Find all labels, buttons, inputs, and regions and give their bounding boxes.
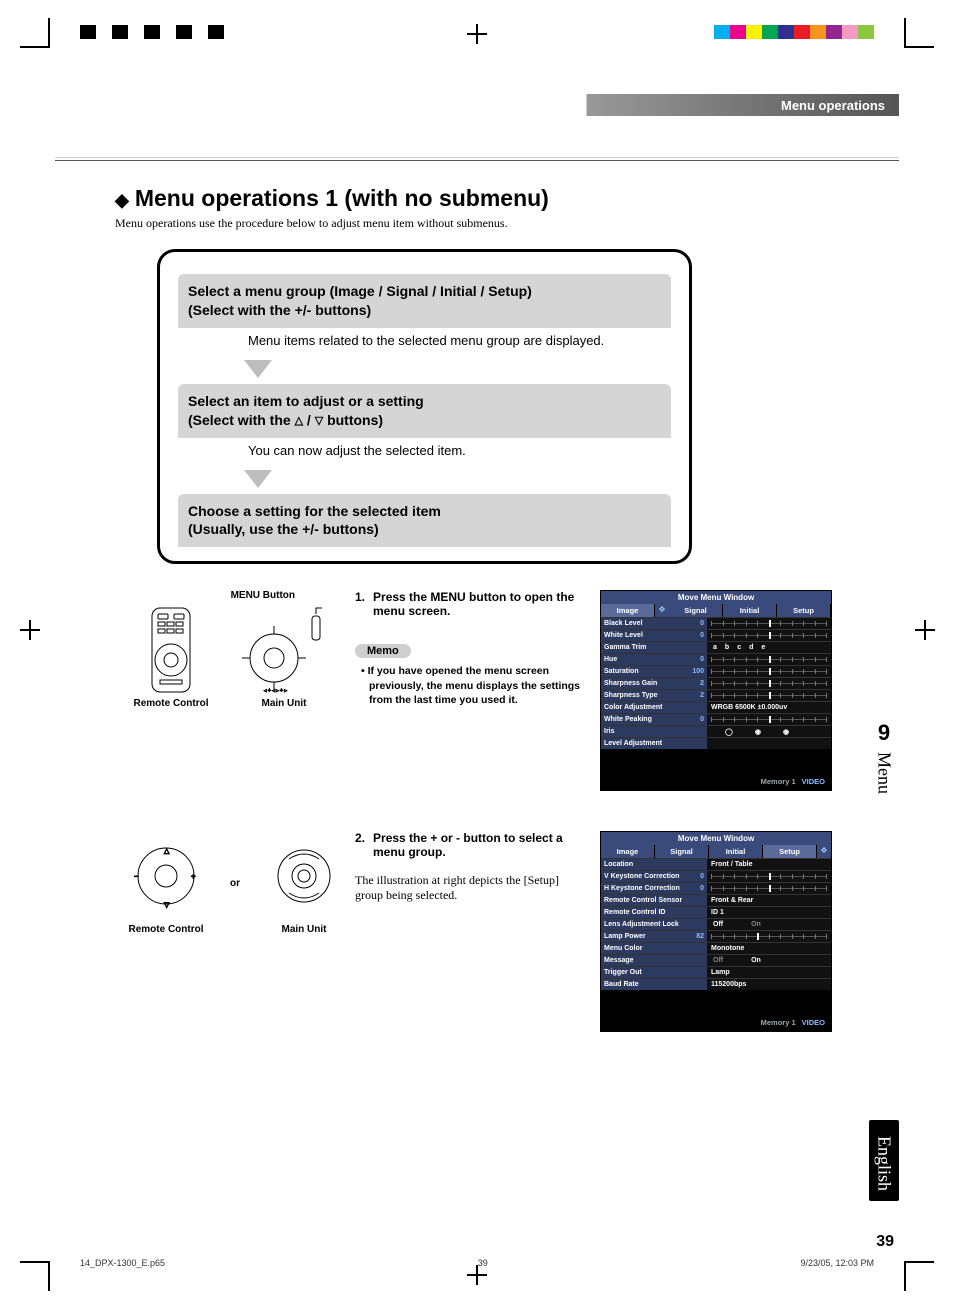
remote-control-drawing: Remote Control	[131, 605, 211, 709]
triangle-up-icon: △	[295, 414, 303, 429]
header-rule-light	[55, 157, 899, 158]
intro-text: Menu operations use the procedure below …	[115, 216, 845, 231]
instruction-row-1: MENU Button Remote Control	[115, 590, 845, 791]
remote-dial-drawing: △ ▽ − + Remote Control	[126, 831, 206, 935]
flow-step-2: Select an item to adjust or a setting (S…	[178, 384, 671, 438]
remote-icon	[146, 606, 196, 694]
crop-mark-tl	[20, 18, 50, 48]
page-number: 39	[876, 1233, 894, 1251]
header-section-title: Menu operations	[781, 98, 885, 113]
crop-mark-bl	[20, 1261, 50, 1291]
header-rule	[55, 160, 899, 161]
page-title: ◆ Menu operations 1 (with no submenu)	[115, 185, 845, 212]
step-number-1: 1.	[355, 590, 365, 618]
main-unit-dial-icon	[269, 841, 339, 911]
footer-filename: 14_DPX-1300_E.p65	[80, 1258, 165, 1268]
svg-text:▽: ▽	[164, 902, 170, 909]
flow-step-2-post: buttons)	[323, 412, 383, 428]
numbered-step-1: 1. Press the MENU button to open the men…	[355, 590, 582, 618]
flow-step-2-line2: (Select with the △ / ▽ buttons)	[188, 411, 661, 430]
header-section-bar: Menu operations	[55, 94, 899, 116]
diamond-bullet-icon: ◆	[115, 190, 129, 210]
menu-screenshot-1: Move Menu WindowImage✥SignalInitialSetup…	[600, 590, 832, 791]
flow-step-1: Select a menu group (Image / Signal / In…	[178, 274, 671, 328]
step-text-1: Press the MENU button to open the menu s…	[373, 590, 582, 618]
instruction-text-2: 2. Press the + or - button to select a m…	[355, 831, 600, 1032]
flow-step-2-line1: Select an item to adjust or a setting	[188, 392, 661, 411]
instruction-text-1: 1. Press the MENU button to open the men…	[355, 590, 600, 791]
chapter-number: 9	[869, 720, 899, 746]
flow-step-3: Choose a setting for the selected item (…	[178, 494, 671, 548]
main-unit-icon: ◂ + ◂ ▸ + ▸	[234, 606, 334, 694]
step-text-2: Press the + or - button to select a menu…	[373, 831, 582, 859]
triangle-down-icon: ▽	[315, 414, 323, 429]
chapter-tab: 9 Menu	[869, 720, 899, 810]
flow-step-1-note: Menu items related to the selected menu …	[178, 328, 671, 358]
svg-text:△: △	[164, 848, 170, 855]
color-bar-left	[80, 25, 240, 39]
or-label: or	[230, 878, 240, 889]
arrow-down-icon	[244, 360, 272, 378]
numbered-step-2: 2. Press the + or - button to select a m…	[355, 831, 582, 859]
flow-step-2-pre: (Select with the	[188, 412, 295, 428]
menu-screenshot-2: Move Menu WindowImageSignalInitialSetup✥…	[600, 831, 832, 1032]
main-unit-caption: Main Unit	[229, 698, 339, 709]
crop-mark-br	[904, 1261, 934, 1291]
chapter-word: Menu	[874, 752, 895, 794]
remote-caption-2: Remote Control	[126, 924, 206, 935]
registration-mark-top	[467, 24, 487, 44]
language-label: English	[874, 1136, 895, 1191]
footer-page: 39	[478, 1258, 488, 1268]
step-number-2: 2.	[355, 831, 365, 859]
main-content: ◆ Menu operations 1 (with no submenu) Men…	[115, 185, 845, 1032]
flow-step-1-heading: Select a menu group (Image / Signal / In…	[188, 283, 532, 318]
procedure-flow-box: Select a menu group (Image / Signal / In…	[157, 249, 692, 564]
footer-date: 9/23/05, 12:03 PM	[800, 1258, 874, 1268]
svg-text:◂ + ◂ ▸ + ▸: ◂ + ◂ ▸ + ▸	[264, 688, 287, 694]
device-illustration-2: △ ▽ − + Remote Control or Main Unit	[115, 831, 355, 1032]
menu-button-label: MENU Button	[115, 590, 355, 601]
arrow-down-icon-2	[244, 470, 272, 488]
color-bar-right	[714, 25, 874, 39]
device-illustration-1: MENU Button Remote Control	[115, 590, 355, 791]
remote-dial-icon: △ ▽ − +	[131, 841, 201, 911]
crop-mark-tr	[904, 18, 934, 48]
main-unit-drawing: ◂ + ◂ ▸ + ▸ Main Unit	[229, 605, 339, 709]
main-unit-caption-2: Main Unit	[264, 924, 344, 935]
language-tab: English	[869, 1120, 899, 1201]
main-unit-dial-drawing: Main Unit	[264, 831, 344, 935]
instruction-row-2: △ ▽ − + Remote Control or Main Unit	[115, 831, 845, 1032]
flow-step-3-heading: Choose a setting for the selected item (…	[188, 503, 441, 538]
svg-text:+: +	[191, 872, 196, 881]
memo-body-text: If you have opened the menu screen previ…	[368, 665, 580, 705]
flow-step-2-note: You can now adjust the selected item.	[178, 438, 671, 468]
registration-mark-left	[20, 620, 40, 640]
remote-caption: Remote Control	[131, 698, 211, 709]
memo-heading: Memo	[355, 644, 411, 658]
memo-body: • If you have opened the menu screen pre…	[355, 664, 582, 707]
registration-mark-bottom	[467, 1265, 487, 1285]
print-footer: 14_DPX-1300_E.p65 39 9/23/05, 12:03 PM	[80, 1258, 874, 1268]
svg-text:−: −	[134, 872, 139, 881]
step-2-note: The illustration at right depicts the [S…	[355, 873, 582, 903]
registration-mark-right	[915, 620, 935, 640]
page-title-text: Menu operations 1 (with no submenu)	[135, 185, 549, 211]
